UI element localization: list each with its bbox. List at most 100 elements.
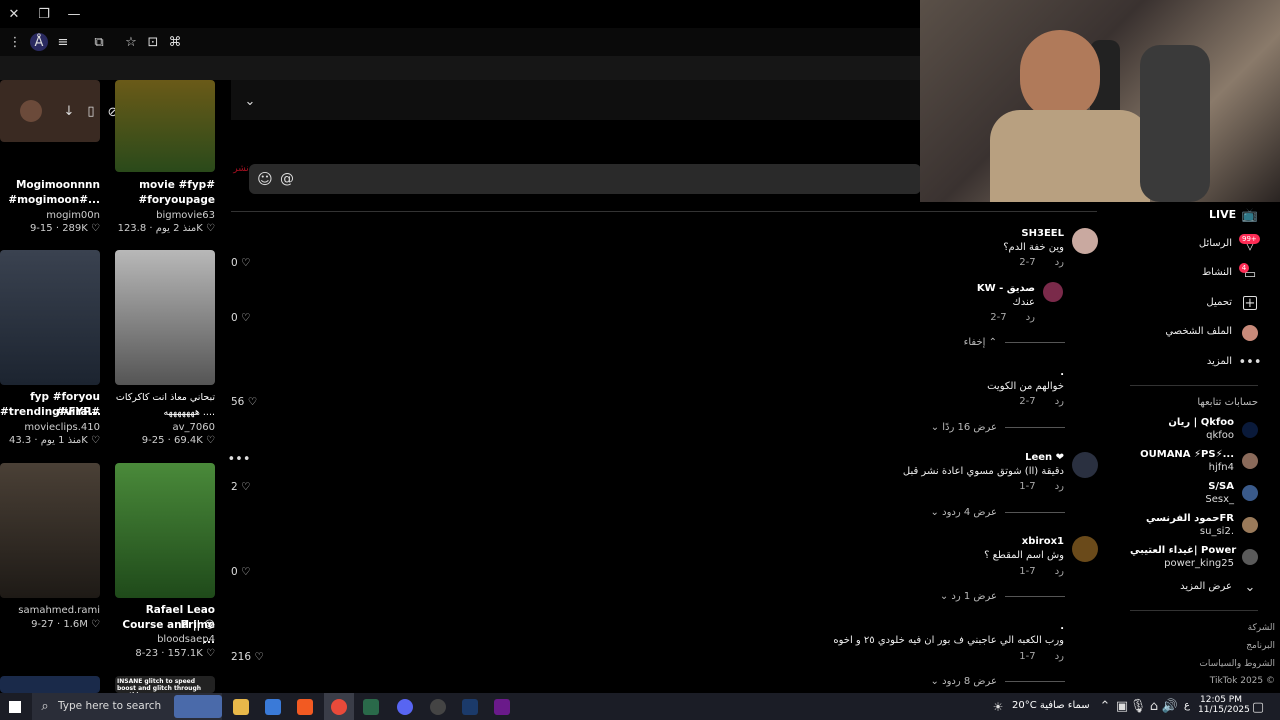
video-thumbnail[interactable]: [115, 80, 215, 172]
playlist-icon[interactable]: ≡: [54, 33, 72, 51]
video-author[interactable]: av_7060: [115, 422, 216, 433]
chevron-down-icon[interactable]: ⌄: [241, 94, 259, 109]
following-name[interactable]: OUMANA ⚡PS⚡...: [1130, 449, 1234, 460]
following-name[interactable]: S/SA: [1130, 481, 1234, 492]
clock[interactable]: 12:05 PM 11/15/2025: [1198, 695, 1250, 715]
video-caption[interactable]: #trending#FYP...: [0, 405, 101, 420]
avatar[interactable]: [1072, 452, 1098, 478]
comment-username[interactable]: .: [800, 621, 1064, 632]
chevron-up-icon[interactable]: ⌃: [1098, 699, 1112, 714]
following-name[interactable]: حمود الفرنسيFR: [1130, 513, 1234, 524]
comment-likes[interactable]: 216 ♡: [231, 651, 264, 663]
video-thumbnail[interactable]: [115, 250, 215, 385]
footer-link[interactable]: البرنامج: [1160, 641, 1275, 651]
video-thumbnail[interactable]: INSANE glitch to speed boost and glitch …: [115, 676, 215, 693]
avatar[interactable]: [1242, 485, 1258, 501]
restore-icon[interactable]: ❐: [34, 4, 54, 24]
reply-link[interactable]: رد: [1055, 481, 1064, 492]
video-author[interactable]: mogim00n: [0, 210, 100, 221]
obs-icon[interactable]: [423, 693, 453, 720]
avatar[interactable]: [1242, 517, 1258, 533]
view-replies-button[interactable]: ⌄ عرض 8 ردود: [870, 676, 1065, 687]
profile-avatar[interactable]: [1242, 325, 1258, 341]
chevron-down-icon[interactable]: ⌄: [1243, 580, 1257, 595]
comment-likes[interactable]: 0 ♡: [231, 257, 250, 269]
avatar[interactable]: [1242, 549, 1258, 565]
avatar[interactable]: [1072, 536, 1098, 562]
comment-likes[interactable]: 0 ♡: [231, 566, 250, 578]
extensions-icon[interactable]: ⧉: [90, 33, 108, 51]
language-indicator[interactable]: ع: [1184, 700, 1190, 711]
live-label[interactable]: LIVE: [1209, 208, 1236, 221]
weather-text[interactable]: 20°C سماء صافية: [1012, 700, 1090, 711]
comment-username[interactable]: .: [900, 367, 1064, 378]
avatar[interactable]: [1043, 282, 1063, 302]
translate-icon[interactable]: ⌘: [166, 33, 184, 51]
menu-dots-icon[interactable]: ⋮: [6, 33, 24, 51]
store-icon[interactable]: [258, 693, 288, 720]
video-caption[interactable]: #foryoupage: [115, 193, 215, 208]
tray-icon[interactable]: ▣: [1115, 699, 1129, 714]
network-icon[interactable]: ⌂: [1147, 699, 1161, 714]
notification-icon[interactable]: ▢: [1250, 699, 1266, 715]
taskbar-search[interactable]: ⌕ Type here to search: [32, 693, 222, 720]
more-dots-icon[interactable]: •••: [1239, 355, 1262, 370]
comment-username[interactable]: SH3EEL: [900, 228, 1064, 239]
comment-username[interactable]: KW - صديق: [870, 283, 1035, 294]
video-author[interactable]: movieclips.410: [0, 422, 100, 433]
following-name[interactable]: غيداء العتيبي| Power: [1130, 545, 1236, 556]
video-thumbnail[interactable]: [0, 250, 100, 385]
steam-icon[interactable]: [455, 693, 485, 720]
comment-likes[interactable]: 56 ♡: [231, 396, 257, 408]
volume-icon[interactable]: 🔊: [1162, 699, 1178, 714]
phone-icon[interactable]: ▯: [84, 104, 98, 119]
star-icon[interactable]: ☆: [122, 33, 140, 51]
video-caption[interactable]: Mogimoonnnn: [0, 178, 100, 193]
footer-link[interactable]: الشركة: [1160, 623, 1275, 633]
chrome-icon[interactable]: [324, 693, 354, 720]
comment-input[interactable]: ☺ @: [249, 164, 921, 194]
comment-likes[interactable]: 0 ♡: [231, 312, 250, 324]
view-more-following[interactable]: عرض المزيد: [1150, 581, 1232, 592]
hide-replies-button[interactable]: إخفاء ⌃: [870, 337, 1065, 348]
video-thumbnail[interactable]: [0, 463, 100, 598]
xbox-icon[interactable]: [356, 693, 386, 720]
reply-link[interactable]: رد: [1055, 651, 1064, 662]
comment-username[interactable]: Leen ❤: [860, 452, 1064, 463]
reply-link[interactable]: رد: [1055, 566, 1064, 577]
discord-icon[interactable]: [390, 693, 420, 720]
comment-likes[interactable]: 2 ♡: [231, 481, 250, 493]
reply-link[interactable]: رد: [1055, 257, 1064, 268]
nav-upload[interactable]: تحميل: [1140, 297, 1232, 308]
post-button[interactable]: نشر: [231, 164, 251, 174]
profile-icon[interactable]: Å: [30, 33, 48, 51]
video-caption[interactable]: هههههههه ....: [115, 405, 216, 420]
nav-activity[interactable]: النشاط: [1140, 267, 1232, 278]
video-caption[interactable]: #mogimoon#...: [0, 193, 100, 208]
view-replies-button[interactable]: ⌄ عرض 4 ردود: [870, 507, 1065, 518]
avatar[interactable]: [1242, 453, 1258, 469]
sidebar-icon[interactable]: ⊡: [144, 33, 162, 51]
video-author[interactable]: samahmed.rami: [0, 605, 100, 616]
download-icon[interactable]: ↓: [62, 104, 76, 119]
video-thumbnail[interactable]: ↓ ▯: [0, 80, 100, 142]
emoji-icon[interactable]: ☺: [257, 170, 273, 188]
video-caption[interactable]: تبحاني معاذ انت كاكركات: [115, 390, 215, 405]
minimize-icon[interactable]: —: [64, 4, 84, 24]
view-replies-button[interactable]: ⌄ عرض 16 ردًا: [870, 422, 1065, 433]
close-icon[interactable]: ✕: [4, 4, 24, 24]
video-author[interactable]: bloodsaep4: [115, 634, 215, 645]
nav-messages[interactable]: الرسائل: [1140, 238, 1232, 249]
windows-start-icon[interactable]: [0, 693, 30, 720]
following-name[interactable]: ريان | Qkfoo: [1130, 417, 1234, 428]
video-thumbnail[interactable]: [0, 676, 100, 693]
reply-link[interactable]: رد: [1055, 396, 1064, 407]
avatar[interactable]: [1242, 422, 1258, 438]
weather-icon[interactable]: ☀: [990, 699, 1006, 715]
video-caption[interactable]: movie #fyp#: [115, 178, 215, 193]
app-icon[interactable]: [487, 693, 517, 720]
brave-icon[interactable]: [290, 693, 320, 720]
view-replies-button[interactable]: ⌄ عرض 1 رد: [870, 591, 1065, 602]
video-author[interactable]: bigmovie63: [115, 210, 215, 221]
nav-more[interactable]: المزيد: [1140, 356, 1232, 367]
